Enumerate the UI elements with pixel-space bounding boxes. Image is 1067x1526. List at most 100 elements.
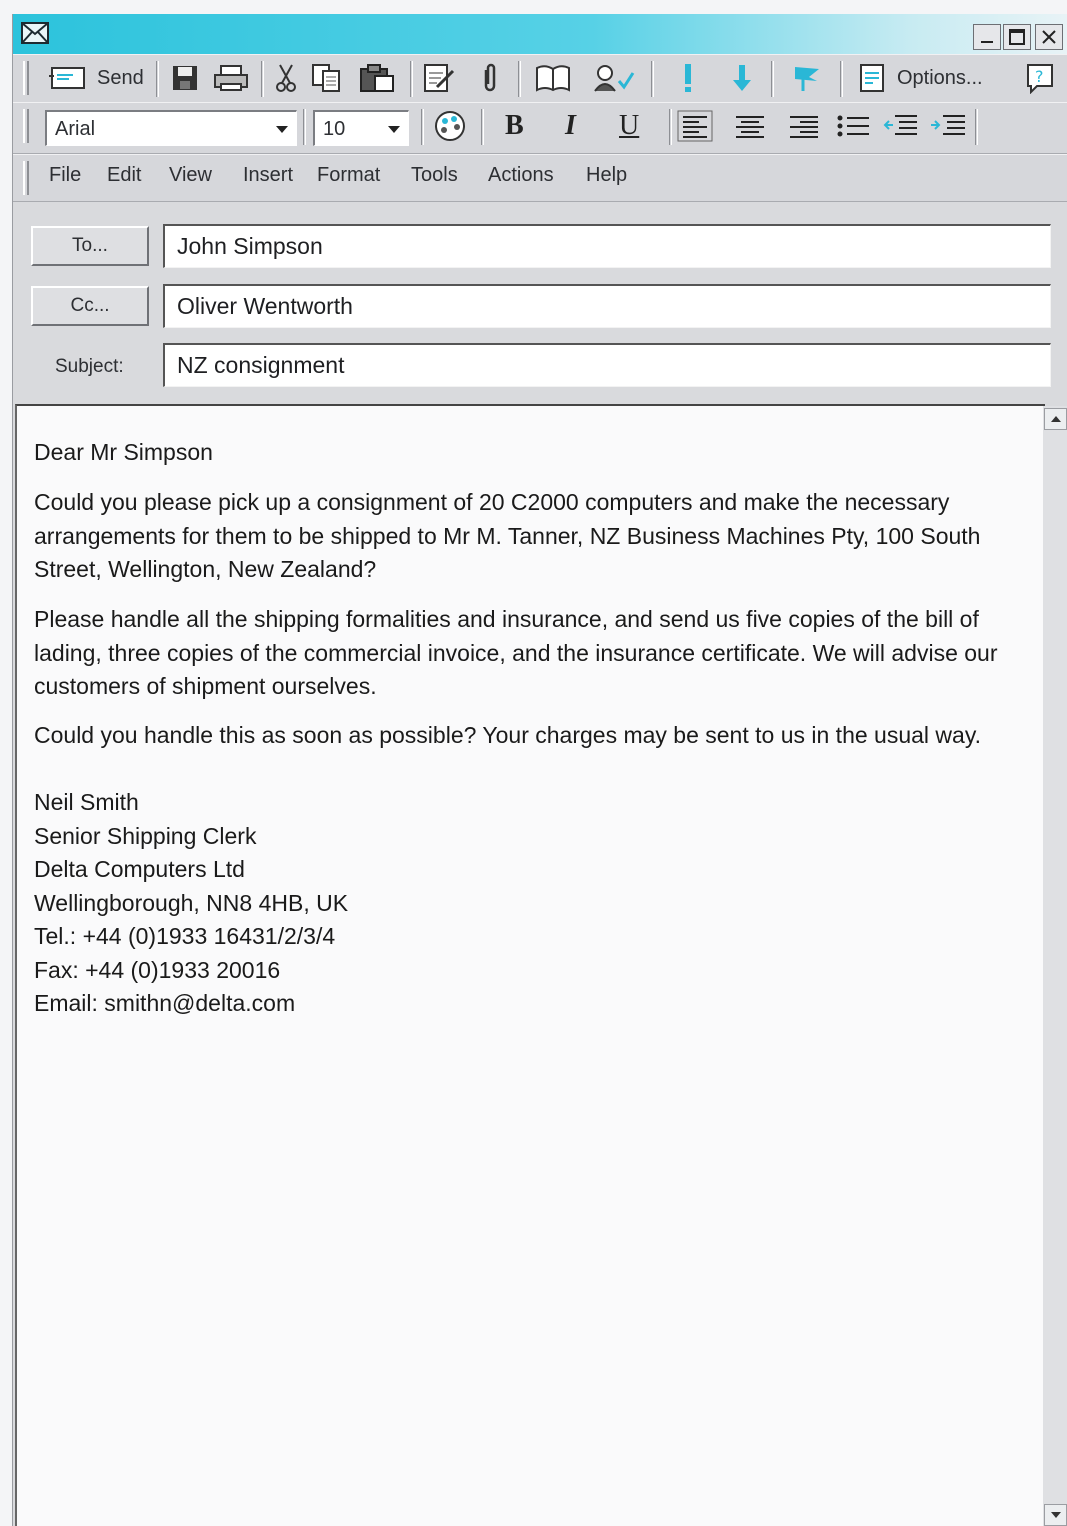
toolbar-grip[interactable]	[23, 61, 29, 95]
paste-button[interactable]	[359, 63, 395, 93]
separator	[303, 109, 306, 145]
arrow-down-icon	[1050, 1512, 1061, 1518]
paste-icon	[360, 64, 394, 92]
subject-field[interactable]: NZ consignment	[163, 343, 1051, 387]
insert-file-button[interactable]	[423, 63, 457, 93]
separator	[421, 109, 424, 145]
increase-indent-icon	[931, 115, 965, 135]
font-size-select[interactable]: 10	[313, 110, 409, 146]
message-window: Send Options... ? Arial 10 B I U File Ed…	[12, 14, 1067, 1526]
decrease-indent-button[interactable]	[883, 111, 919, 141]
italic-button[interactable]: I	[565, 110, 576, 141]
align-left-button[interactable]	[677, 110, 713, 142]
maximize-button[interactable]	[1003, 24, 1031, 50]
separator	[975, 109, 978, 145]
menu-format[interactable]: Format	[317, 164, 380, 187]
menu-edit[interactable]: Edit	[107, 164, 141, 187]
vertical-scrollbar[interactable]	[1043, 406, 1067, 1526]
flag-button[interactable]	[791, 63, 821, 93]
signature-name: Neil Smith	[34, 789, 139, 815]
font-size-value: 10	[323, 118, 346, 140]
paragraph-1: Could you please pick up a consignment o…	[34, 489, 981, 582]
align-center-icon	[736, 116, 764, 138]
increase-indent-button[interactable]	[929, 111, 967, 141]
signature-address: Wellingborough, NN8 4HB, UK	[34, 889, 349, 916]
address-book-button[interactable]	[535, 63, 571, 93]
chevron-down-icon[interactable]	[274, 123, 290, 135]
separator	[669, 109, 672, 145]
menu-file[interactable]: File	[49, 164, 81, 187]
minimize-icon	[981, 41, 993, 43]
send-label: Send	[97, 66, 144, 89]
menu-insert[interactable]: Insert	[243, 164, 293, 187]
importance-high-button[interactable]	[681, 63, 695, 93]
paragraph-3: Could you handle this as soon as possibl…	[34, 722, 981, 748]
save-button[interactable]	[171, 63, 199, 93]
font-name-select[interactable]: Arial	[45, 110, 297, 146]
title-bar[interactable]	[13, 14, 1067, 54]
message-body[interactable]: Dear Mr Simpson Could you please pick up…	[15, 404, 1045, 1526]
separator	[261, 61, 264, 97]
font-color-button[interactable]	[433, 111, 467, 141]
copy-button[interactable]	[311, 63, 343, 93]
insert-file-icon	[424, 64, 455, 92]
help-icon: ?	[1027, 64, 1053, 94]
options-button[interactable]: Options...	[859, 63, 983, 93]
bold-label: B	[505, 110, 524, 141]
check-names-button[interactable]	[591, 63, 635, 93]
font-color-icon	[435, 111, 465, 141]
align-right-button[interactable]	[787, 111, 821, 141]
align-right-icon	[790, 116, 818, 138]
print-icon	[214, 65, 248, 91]
to-button[interactable]: To...	[31, 226, 149, 266]
cut-button[interactable]	[275, 63, 297, 93]
align-center-button[interactable]	[733, 111, 767, 141]
subject-label: Subject:	[55, 356, 124, 377]
underline-label: U	[619, 110, 640, 141]
address-book-icon	[536, 65, 570, 92]
minimize-button[interactable]	[973, 24, 1001, 50]
send-button[interactable]: Send	[49, 63, 144, 93]
decrease-indent-icon	[883, 115, 917, 135]
print-button[interactable]	[213, 63, 249, 93]
signature-company: Delta Computers Ltd	[34, 856, 245, 882]
menu-tools[interactable]: Tools	[411, 164, 458, 187]
menu-actions[interactable]: Actions	[488, 164, 554, 187]
signature-tel: Tel.: +44 (0)1933 16431/2/3/4	[34, 923, 336, 949]
separator	[840, 61, 843, 97]
separator	[651, 61, 654, 97]
toolbar-grip[interactable]	[23, 109, 29, 143]
to-field[interactable]: John Simpson	[163, 224, 1051, 268]
options-label: Options...	[897, 66, 983, 89]
help-button[interactable]: ?	[1025, 63, 1055, 94]
cut-icon	[276, 64, 296, 92]
menu-view[interactable]: View	[169, 164, 212, 187]
paragraph-2: Please handle all the shipping formaliti…	[34, 606, 998, 699]
italic-label: I	[565, 110, 576, 141]
separator	[481, 109, 484, 145]
importance-low-button[interactable]	[731, 63, 753, 93]
chevron-down-icon[interactable]	[386, 123, 402, 135]
cc-field[interactable]: Oliver Wentworth	[163, 284, 1051, 328]
separator	[410, 61, 413, 97]
cc-button[interactable]: Cc...	[31, 286, 149, 326]
greeting: Dear Mr Simpson	[34, 439, 213, 465]
bullets-button[interactable]	[835, 111, 871, 141]
maximize-icon	[1009, 29, 1025, 45]
toolbar-grip[interactable]	[23, 161, 29, 195]
scroll-up-button[interactable]	[1044, 408, 1067, 430]
standard-toolbar: Send Options... ?	[13, 54, 1067, 104]
underline-button[interactable]: U	[619, 110, 640, 141]
separator	[771, 61, 774, 97]
scroll-down-button[interactable]	[1044, 1504, 1067, 1526]
close-button[interactable]	[1035, 24, 1063, 50]
bold-button[interactable]: B	[505, 110, 524, 141]
importance-low-icon	[733, 65, 751, 91]
attach-button[interactable]	[481, 63, 499, 93]
bullets-icon	[837, 115, 869, 137]
separator	[156, 61, 159, 97]
signature-title: Senior Shipping Clerk	[34, 822, 257, 849]
options-icon	[860, 64, 884, 92]
save-icon	[173, 66, 197, 90]
menu-help[interactable]: Help	[586, 164, 627, 187]
